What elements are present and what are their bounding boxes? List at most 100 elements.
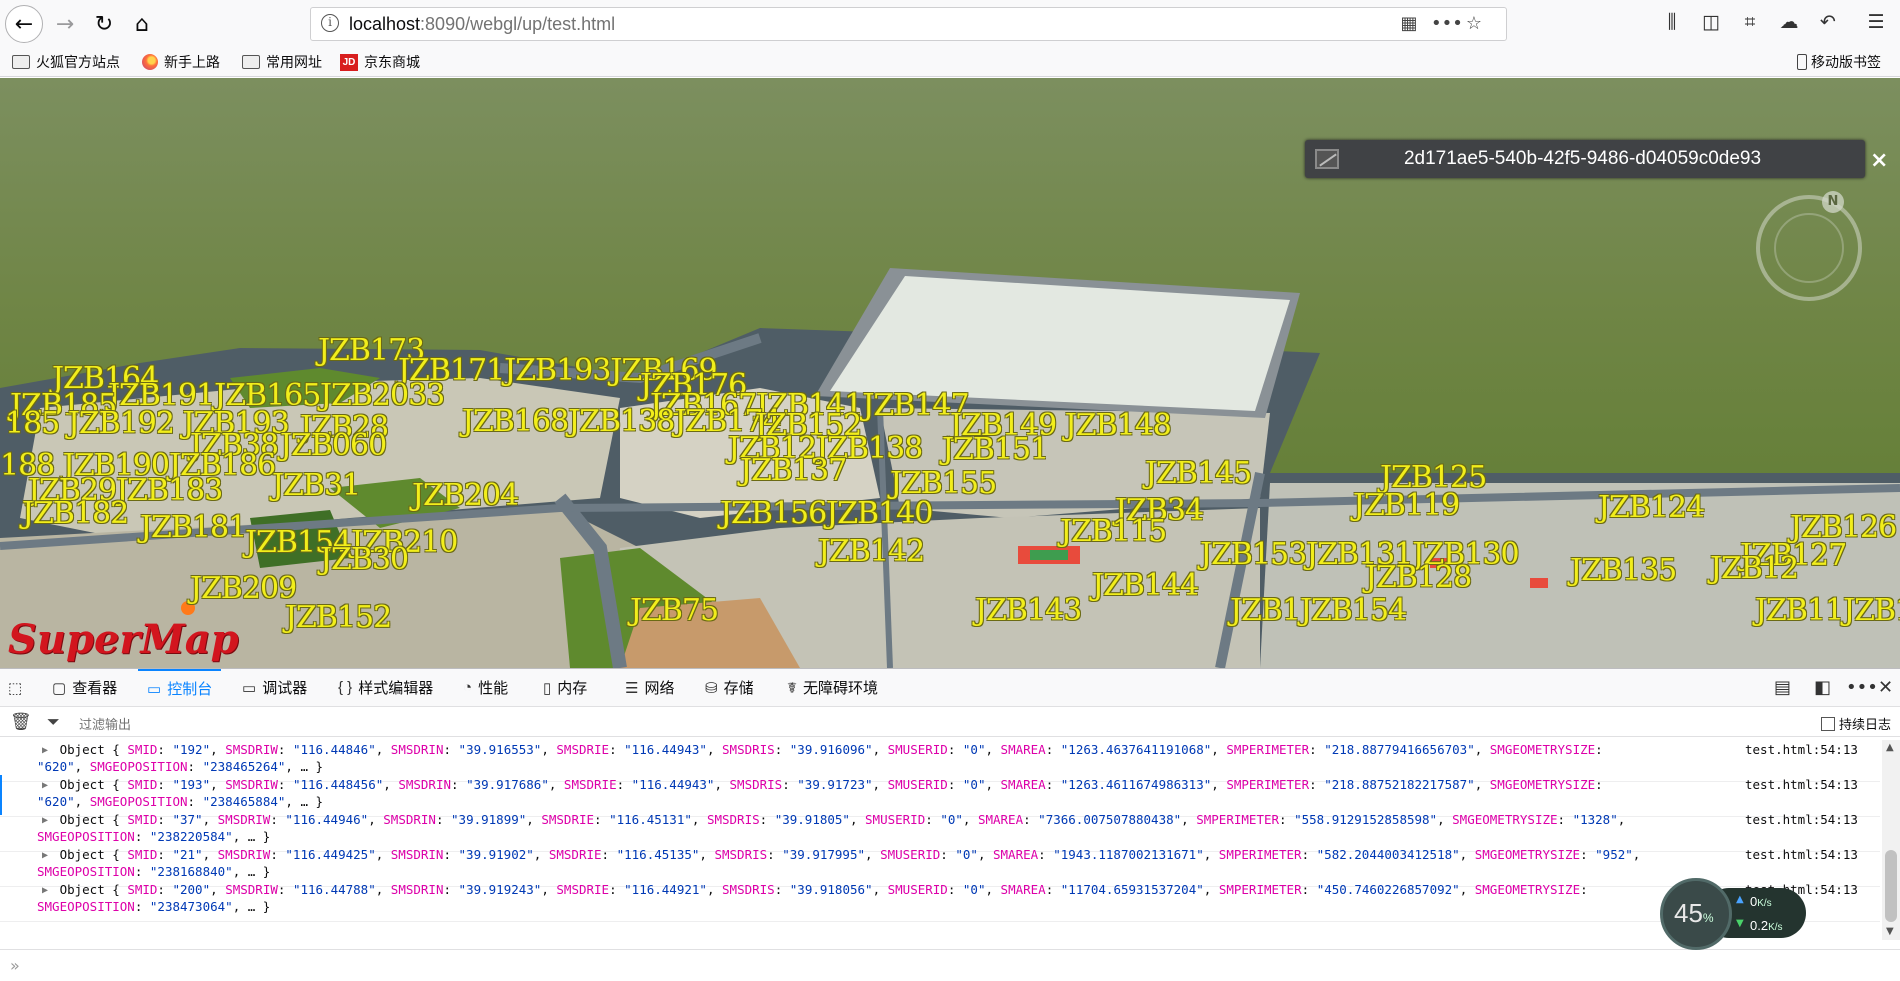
firefox-icon [142,54,158,70]
tab-storage[interactable]: ⛁ 存储 [705,669,754,706]
persist-logs-checkbox[interactable]: 持续日志 [1821,714,1891,733]
message-source-link[interactable]: test.html:54:13 [1745,811,1858,828]
net-speed-widget[interactable]: 45% ▲ 0K/s ▼ 0.2K/s [1660,878,1806,950]
percent-unit: % [1702,911,1714,925]
tab-label: 网络 [644,680,675,697]
split-console-icon[interactable]: ▤ [1774,677,1791,698]
close-devtools-icon[interactable]: ✕ [1878,677,1893,698]
filter-icon[interactable]: ⏷ [47,712,60,732]
message-body: Object { SMID: "37", SMSDRIW: "116.44946… [37,812,1626,844]
tab-memory[interactable]: ▯ 内存 [543,669,587,706]
scroll-thumb[interactable] [1885,850,1897,922]
element-picker-button[interactable]: ⬚ [8,669,28,706]
mobile-bookmarks[interactable]: 移动版书签 [1797,52,1881,72]
tab-console[interactable]: ▭ 控制台 [138,669,222,706]
braces-icon: { } [338,679,353,696]
feature-label: JZB124 [1598,490,1705,525]
accessibility-icon: ☤ [787,679,798,697]
site-info-icon[interactable]: i [321,14,339,32]
feature-label: JZB181 [140,510,247,545]
phone-icon [1797,54,1807,70]
tab-label: 样式编辑器 [358,680,434,697]
checkbox-icon [1821,716,1835,731]
tab-label: 控制台 [167,681,213,698]
feature-label: JZB145 [1145,456,1252,491]
feature-label: JZB1JZB154 [1230,593,1407,628]
scroll-up-icon[interactable]: ▲ [1886,742,1894,753]
feature-label: JZB2033 [320,378,445,413]
console-output: ▶ Object { SMID: "192", SMSDRIW: "116.44… [0,740,1880,940]
forward-button[interactable]: → [47,7,83,41]
message-source-link[interactable]: test.html:54:13 [1745,741,1858,758]
memory-icon: ▯ [543,679,552,697]
gauge-icon: ◔ [463,679,473,696]
console-scrollbar[interactable]: ▲ ▼ [1882,740,1900,940]
folder-icon [242,55,260,69]
url-bar[interactable]: i localhost:8090/webgl/up/test.html ▦ ••… [310,7,1507,41]
bookmark-label: 新手上路 [164,54,220,70]
bookmark-item[interactable]: 常用网址 [242,52,322,72]
feature-label: JZB151 [942,432,1049,467]
feature-popup: 2d171ae5-540b-42f5-9486-d04059c0de93 [1305,140,1865,178]
sidebar-icon[interactable]: ◫ [1697,11,1725,37]
message-source-link[interactable]: test.html:54:13 [1745,776,1858,793]
page-actions-icon[interactable]: ••• [1431,13,1463,37]
arrow-left-icon: ← [14,11,34,37]
feature-label: JZB128 [1365,560,1472,595]
tab-debugger[interactable]: ▭ 调试器 [242,669,307,706]
compass-widget[interactable]: N [1756,191,1862,301]
back-button[interactable]: ← [5,5,43,43]
feature-label: JZB143 [975,593,1082,628]
popup-close-button[interactable]: × [1870,148,1888,173]
screenshot-icon[interactable]: ⌗ [1736,11,1764,37]
menu-icon[interactable]: ☰ [1862,11,1890,37]
trash-icon[interactable]: 🗑 [10,712,32,732]
tab-accessibility[interactable]: ☤ 无障碍环境 [787,669,878,706]
feature-label: JZB156JZB140 [720,496,933,531]
download-value: 0.2 [1750,918,1769,933]
home-icon: ⌂ [135,11,149,37]
map-viewport[interactable]: JZB173 JZB171JZB193JZB169 JZB176 JZB164 JZB1… [0,78,1900,668]
feature-label: JZB209 [190,571,297,606]
feature-label: JZB119 [1353,488,1460,523]
selected-marker [0,775,2,815]
feature-label: JZB060 [280,428,387,463]
home-button[interactable]: ⌂ [124,7,160,41]
arrow-right-icon: → [55,11,75,37]
feature-label: JZB31 [272,468,361,503]
scroll-down-icon[interactable]: ▼ [1886,926,1894,937]
qrcode-icon[interactable]: ▦ [1396,13,1422,37]
supermap-logo: SuperMap [8,616,239,663]
tab-inspector[interactable]: ▢ 查看器 [52,669,117,706]
upload-arrow-icon: ▲ [1736,894,1744,905]
prompt-chevron-icon: » [10,956,20,975]
more-options-icon[interactable]: ••• [1846,677,1878,698]
filter-input[interactable]: 过滤输出 [79,714,131,733]
feature-label: JZB75 [630,593,719,628]
console-message[interactable]: ▶ Object { SMID: "200", SMSDRIW: "116.44… [0,880,1880,922]
tab-performance[interactable]: ◔ 性能 [463,669,508,706]
tab-style-editor[interactable]: { } 样式编辑器 [338,669,433,706]
chat-icon[interactable]: ☁ [1775,11,1803,37]
compass-north-icon: N [1822,191,1844,213]
percent-value: 45 [1674,898,1703,928]
bookmark-item[interactable]: 火狐官方站点 [12,52,120,72]
speed-unit: K/s [1757,898,1772,909]
bookmark-item[interactable]: JD 京东商城 [340,52,420,72]
console-input[interactable]: » [0,949,1900,981]
dock-icon[interactable]: ◧ [1814,677,1831,698]
feature-label: JZB135 [1570,553,1677,588]
bookmark-star-icon[interactable]: ☆ [1461,13,1487,37]
library-icon[interactable]: ⫼ [1658,11,1686,37]
message-source-link[interactable]: test.html:54:13 [1745,846,1858,863]
undo-icon[interactable]: ↶ [1814,11,1842,37]
bookmark-label: 京东商城 [364,54,420,70]
reload-button[interactable]: ↻ [86,7,122,41]
tab-network[interactable]: ☰ 网络 [625,669,674,706]
browser-toolbar: ← → ↻ ⌂ i localhost:8090/webgl/up/test.h… [0,0,1900,47]
url-text[interactable]: localhost:8090/webgl/up/test.html [349,14,615,35]
devtools-panel: ⬚ ▢ 查看器 ▭ 控制台 ▭ 调试器 { } 样式编辑器 ◔ 性能 ▯ 内存 ☰ 网络 ⛁ 存… [0,668,1900,980]
console-filter-bar: 🗑 ⏷ 过滤输出 持续日志 [0,707,1900,737]
bookmark-item[interactable]: 新手上路 [142,52,220,72]
reload-icon: ↻ [94,11,114,37]
